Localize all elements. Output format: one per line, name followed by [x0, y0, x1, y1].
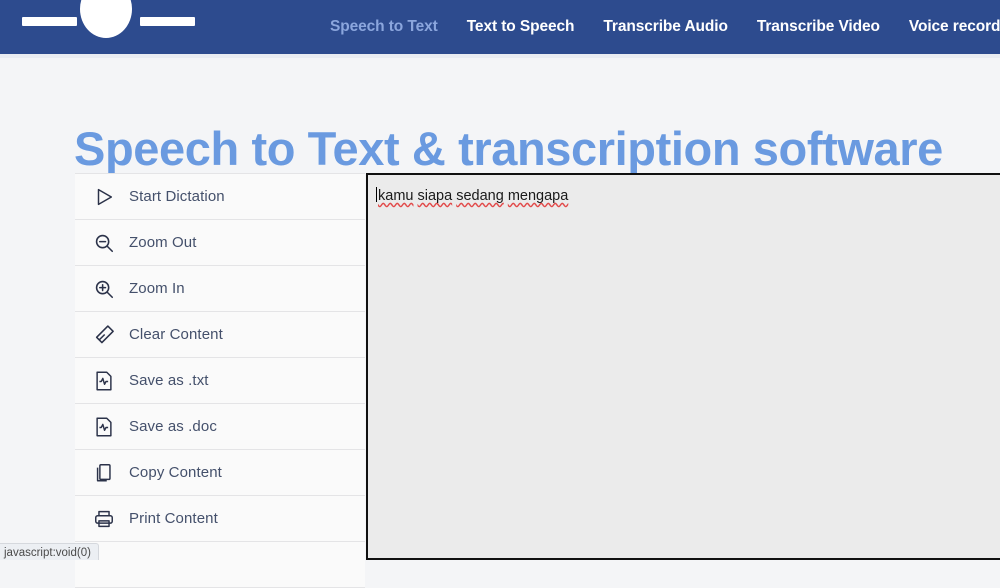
eraser-icon — [89, 320, 119, 350]
sidebar-item-print-content[interactable]: Print Content — [75, 496, 365, 542]
play-icon — [89, 182, 119, 212]
sidebar-item-label: Start Dictation — [129, 188, 225, 205]
nav-link-speech-to-text[interactable]: Speech to Text — [330, 18, 438, 36]
save-file-icon — [89, 366, 119, 396]
tools-sidebar: Start Dictation Zoom Out — [75, 173, 365, 588]
transcription-textarea[interactable]: kamu siapa sedang mengapa — [366, 173, 1000, 560]
transcribed-word: siapa — [418, 187, 453, 205]
zoom-out-icon — [89, 228, 119, 258]
transcribed-word: kamu — [378, 187, 413, 205]
transcribed-word: sedang — [456, 187, 504, 205]
sidebar-item-zoom-in[interactable]: Zoom In — [75, 266, 365, 312]
sidebar-item-label: Save as .txt — [129, 372, 209, 389]
sidebar-item-save-as-doc[interactable]: Save as .doc — [75, 404, 365, 450]
sidebar-item-label: Print Content — [129, 510, 218, 527]
sidebar-item-label: Copy Content — [129, 464, 222, 481]
top-navigation-bar: Speech to Text Text to Speech Transcribe… — [0, 0, 1000, 54]
nav-link-voice-recorder[interactable]: Voice recorder — [909, 18, 1000, 36]
main-content: Start Dictation Zoom Out — [0, 173, 1000, 560]
logo-bar-left-icon — [22, 17, 77, 26]
nav-links: Speech to Text Text to Speech Transcribe… — [330, 0, 1000, 54]
sidebar-item-clear-content[interactable]: Clear Content — [75, 312, 365, 358]
sidebar-item-save-as-txt[interactable]: Save as .txt — [75, 358, 365, 404]
nav-link-transcribe-audio[interactable]: Transcribe Audio — [603, 18, 727, 36]
sidebar-item-partial[interactable] — [75, 542, 365, 588]
sidebar-item-copy-content[interactable]: Copy Content — [75, 450, 365, 496]
browser-status-bar: javascript:void(0) — [0, 543, 99, 560]
sidebar-item-start-dictation[interactable]: Start Dictation — [75, 174, 365, 220]
nav-link-transcribe-video[interactable]: Transcribe Video — [757, 18, 880, 36]
zoom-in-icon — [89, 274, 119, 304]
printer-icon — [89, 504, 119, 534]
sidebar-item-label: Save as .doc — [129, 418, 217, 435]
copy-icon — [89, 458, 119, 488]
logo-bar-right-icon — [140, 17, 195, 26]
sidebar-item-label: Zoom In — [129, 280, 185, 297]
sidebar-item-zoom-out[interactable]: Zoom Out — [75, 220, 365, 266]
sidebar-item-label: Zoom Out — [129, 234, 197, 251]
nav-link-text-to-speech[interactable]: Text to Speech — [467, 18, 575, 36]
sidebar-item-label: Clear Content — [129, 326, 223, 343]
save-file-icon — [89, 412, 119, 442]
brand-logo[interactable] — [10, 0, 200, 54]
logo-circle-icon — [80, 0, 132, 38]
text-caret — [376, 187, 377, 202]
transcription-text-line: kamu siapa sedang mengapa — [376, 185, 998, 205]
page-title: Speech to Text & transcription software — [74, 123, 943, 175]
navbar-separator — [0, 54, 1000, 58]
transcribed-word: mengapa — [508, 187, 568, 205]
